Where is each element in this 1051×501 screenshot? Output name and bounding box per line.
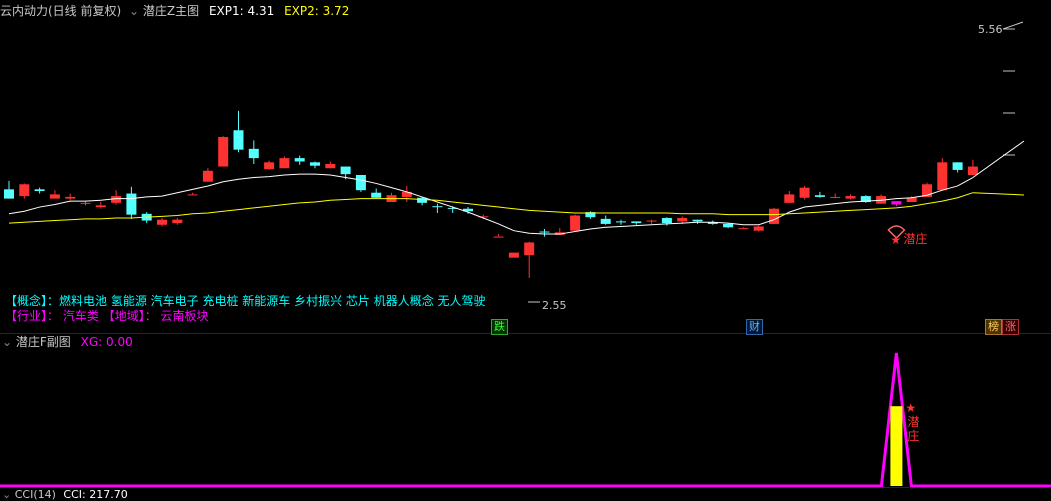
candle-body (753, 226, 764, 231)
candle-body (677, 218, 688, 222)
xg-bar (890, 406, 903, 486)
price-chart[interactable]: 5.562.55★ 潜庄★潜庄 (0, 0, 1051, 501)
cci-value: 217.70 (89, 488, 128, 501)
region-prefix: 【地域】： (102, 309, 157, 323)
ma1-line (972, 140, 1025, 178)
candle-body (508, 252, 519, 258)
candle-body (4, 189, 14, 199)
candle-body (218, 137, 229, 167)
candle-body (661, 218, 672, 224)
candle-body (967, 166, 978, 175)
collapse-icon[interactable]: ⌄ (2, 488, 11, 501)
star-icon: ★ (890, 233, 901, 247)
industry-line: 【行业】： 汽车类 【地域】： 云南板块 (5, 307, 209, 324)
cci-label: CCI: (63, 488, 86, 501)
candle-body (157, 219, 167, 225)
region-value: 云南板块 (160, 309, 209, 323)
candle-body (65, 196, 76, 199)
candle-body (616, 221, 626, 223)
badge-rise[interactable]: 涨 (1002, 319, 1019, 335)
candle-body (738, 228, 749, 230)
candle-body (264, 162, 275, 170)
candle-body (784, 194, 795, 203)
candle-body (126, 193, 137, 215)
ma1-line (8, 173, 974, 235)
candle-body (646, 220, 657, 222)
candle-body (814, 195, 825, 197)
sub-signal-label: 潜 (907, 415, 919, 429)
candle-body (845, 196, 856, 199)
industry-prefix: 【行业】： (5, 309, 60, 323)
candle-body (310, 162, 320, 166)
candle-body (493, 236, 504, 238)
candle-body (95, 205, 106, 208)
low-price-label: 2.55 (542, 299, 567, 312)
badge-finance[interactable]: 财 (746, 319, 763, 335)
candle-body (80, 202, 91, 204)
panel-divider (0, 487, 1051, 488)
candle-body (432, 206, 443, 208)
candle-body (830, 196, 841, 198)
panel-divider (0, 333, 1051, 334)
sub-title[interactable]: 潜庄F副图 (16, 335, 71, 349)
candle-body (187, 194, 198, 196)
candle-body (34, 189, 45, 192)
candle-body (539, 231, 550, 233)
candle-body (294, 158, 305, 162)
candle-body (325, 164, 336, 169)
cci-title[interactable]: CCI(14) (15, 488, 56, 501)
candle-body (937, 162, 948, 191)
candle-body (692, 219, 703, 222)
ma2-line (972, 192, 1025, 196)
candle-body (279, 158, 290, 169)
badge-rank[interactable]: 榜 (985, 319, 1002, 335)
industry-value: 汽车类 (62, 309, 99, 323)
candle-body (799, 187, 810, 198)
sub-header: ⌄ 潜庄F副图 XG: 0.00 (2, 334, 133, 350)
candle-body (202, 170, 213, 182)
candle-body (952, 162, 963, 170)
xg-label: XG: (80, 335, 103, 349)
candle-body (891, 201, 902, 205)
badge-fall[interactable]: 跌 (491, 319, 508, 335)
candle-body (570, 215, 581, 231)
candle-body (769, 208, 779, 224)
candle-body (371, 192, 382, 198)
cci-header: ⌄ CCI(14) CCI: 217.70 (2, 488, 128, 501)
candle-body (524, 242, 535, 256)
high-price-label: 5.56 (978, 23, 1003, 36)
candle-body (172, 219, 183, 224)
sub-signal-label: 庄 (907, 428, 919, 443)
high-arrow (1002, 21, 1024, 30)
collapse-icon[interactable]: ⌄ (2, 335, 12, 349)
candle-body (600, 218, 611, 224)
ma2-line (8, 192, 974, 224)
candle-body (233, 130, 244, 150)
candle-body (355, 174, 366, 191)
xg-value: 0.00 (106, 335, 133, 349)
candle-body (19, 184, 30, 197)
candle-body (340, 166, 351, 175)
candle-body (631, 221, 642, 224)
candle-body (248, 148, 259, 159)
signal-label: 潜庄 (903, 231, 927, 246)
candle-body (723, 223, 734, 228)
star-icon: ★ (905, 401, 916, 415)
candle-body (49, 194, 60, 199)
